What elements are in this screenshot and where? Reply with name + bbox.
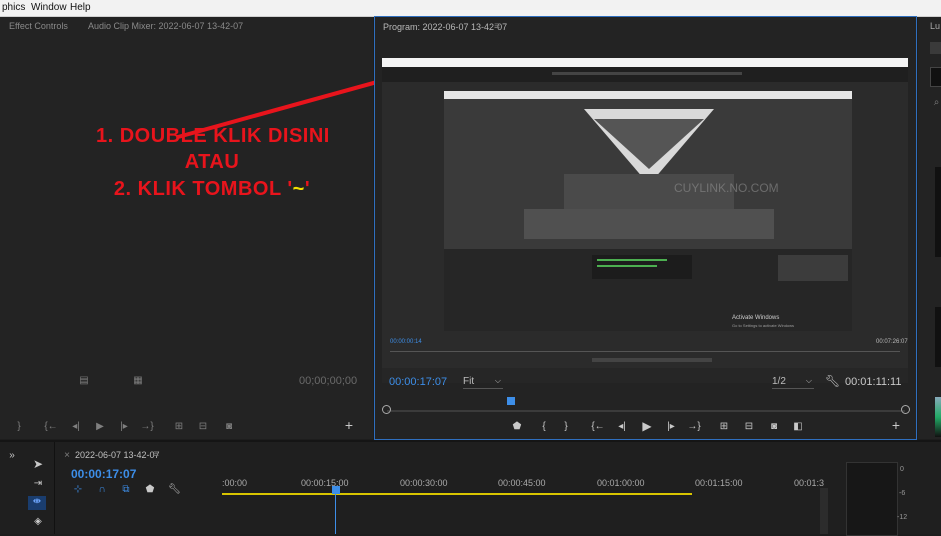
resolution-label: 1/2 [772,376,786,387]
nested-screen-menu [444,91,852,99]
go-to-out-icon[interactable]: →} [687,421,701,433]
nested-obs-panel: Activate Windows Go to Settings to activ… [444,249,852,331]
nested-title-bar [382,58,908,67]
lift-icon[interactable]: ⊞ [717,421,731,433]
wrench-icon[interactable]: 🔧︎ [168,484,181,496]
nested-workspace-bar [382,67,908,82]
mark-out-icon[interactable]: } [561,421,571,433]
scrub-end-handle[interactable] [901,405,910,414]
razor-tool-icon[interactable]: ◈ [32,516,44,528]
comparison-view-icon[interactable]: ◧ [791,421,805,433]
snap-icon[interactable]: ∩ [96,484,108,496]
program-playhead[interactable] [507,397,516,405]
program-monitor[interactable]: Program: 2022-06-07 13-42-07 ≡ CUYLINK.N… [374,16,917,440]
program-title: Program: 2022-06-07 13-42-07 [383,22,508,32]
add-button-icon[interactable]: + [889,418,903,432]
timeline-playhead[interactable] [332,486,340,494]
ruler-label: 00:01:15:00 [695,478,743,488]
lumetri-tab-strip[interactable] [930,42,941,54]
chevron-down-icon: ⌵ [494,376,501,385]
nested-timecode: 00:00:00:14 [390,339,422,345]
go-to-in-icon[interactable]: {← [591,421,605,433]
add-marker-icon[interactable]: ⬟ [511,421,523,433]
fit-dropdown[interactable]: Fit ⌵ [463,376,503,389]
sequence-tab[interactable]: 2022-06-07 13-42-07 [75,450,160,460]
ruler-label: 00:00:30:00 [400,478,448,488]
activate-windows: Activate Windows [732,315,780,321]
program-current-time[interactable]: 00:00:17:07 [389,376,447,388]
nested-audio-meter-1 [597,259,667,261]
hamburger-icon[interactable]: ≡ [151,449,161,461]
program-duration: 00:01:11:11 [845,376,902,388]
ruler-label: 00:01:00:00 [597,478,645,488]
lumetri-preview-2 [935,307,941,367]
step-forward-icon[interactable]: |▸ [665,421,677,433]
ruler-label: 00:01:3 [794,478,825,488]
ruler-label: 00:00:15:00 [301,478,349,488]
timeline-current-time[interactable]: 00:00:17:07 [71,467,136,481]
ruler-label: 00:00:45:00 [498,478,546,488]
resolution-dropdown[interactable]: 1/2 ⌵ [772,376,814,389]
program-scrub-track[interactable] [387,410,905,412]
extract-icon[interactable]: ⊟ [742,421,756,433]
lumetri-input[interactable] [930,67,941,87]
meter-label: -12 [897,514,908,521]
ripple-edit-tool-icon[interactable]: ⇼ [28,496,46,510]
timeline-ruler[interactable]: :00:00 00:00:15:00 00:00:30:00 00:00:45:… [222,472,825,534]
nested-watermark: CUYLINK.NO.COM [674,181,779,195]
selection-tool-icon[interactable]: ➤ [32,458,44,470]
wrench-icon[interactable]: 🔧︎ [825,375,840,387]
hamburger-icon[interactable]: ≡ [492,21,502,33]
nested-scrub-bar [390,351,900,352]
lumetri-preview-3 [935,397,941,437]
add-marker-icon[interactable]: ⬟ [144,484,156,496]
meter-label: -6 [899,490,906,497]
step-back-icon[interactable]: ◂| [616,421,628,433]
linked-selection-icon[interactable]: ⧉ [120,484,132,496]
timeline-playhead-line [335,494,336,534]
meter-label: 0 [900,466,904,473]
timeline-vscroll[interactable] [820,488,828,534]
program-video-frame[interactable]: CUYLINK.NO.COM Activate Windows Go to Se… [382,58,908,383]
lumetri-panel: Lu ⌕ [918,17,941,439]
chevron-down-icon: ⌵ [805,376,812,385]
tools-panel: ➤ ⇥ ⇼ ◈ [22,442,55,534]
nest-icon[interactable]: ⊹ [72,484,84,496]
nested-audio-meter-2 [597,265,657,267]
play-icon[interactable]: ▶ [640,420,654,432]
lumetri-preview-1 [935,167,941,257]
audio-meter [846,462,898,536]
track-select-tool-icon[interactable]: ⇥ [32,478,44,490]
timeline-panel[interactable]: » ➤ ⇥ ⇼ ◈ × 2022-06-07 13-42-07 ≡ 00:00:… [0,440,941,536]
work-area-bar[interactable] [222,493,692,495]
activate-windows-sub: Go to Settings to activate Windows [732,323,795,328]
nested-screen: CUYLINK.NO.COM Activate Windows Go to Se… [444,91,852,331]
panel-expand-icon[interactable]: » [6,450,18,462]
nested-controls [778,255,848,281]
nested-duration: 00:07:26:07 [876,339,908,345]
mark-in-icon[interactable]: { [539,421,549,433]
camera-icon[interactable]: ◙ [767,421,781,433]
tab-lumetri[interactable]: Lu [930,21,940,31]
nested-tunnel [524,109,774,239]
fit-dropdown-label: Fit [463,376,475,387]
close-icon[interactable]: × [62,450,72,462]
nested-transport [592,358,712,362]
nested-workspace-tabs [552,72,742,75]
ruler-label: :00:00 [222,478,248,488]
search-icon[interactable]: ⌕ [932,97,941,109]
scrub-start-handle[interactable] [382,405,391,414]
